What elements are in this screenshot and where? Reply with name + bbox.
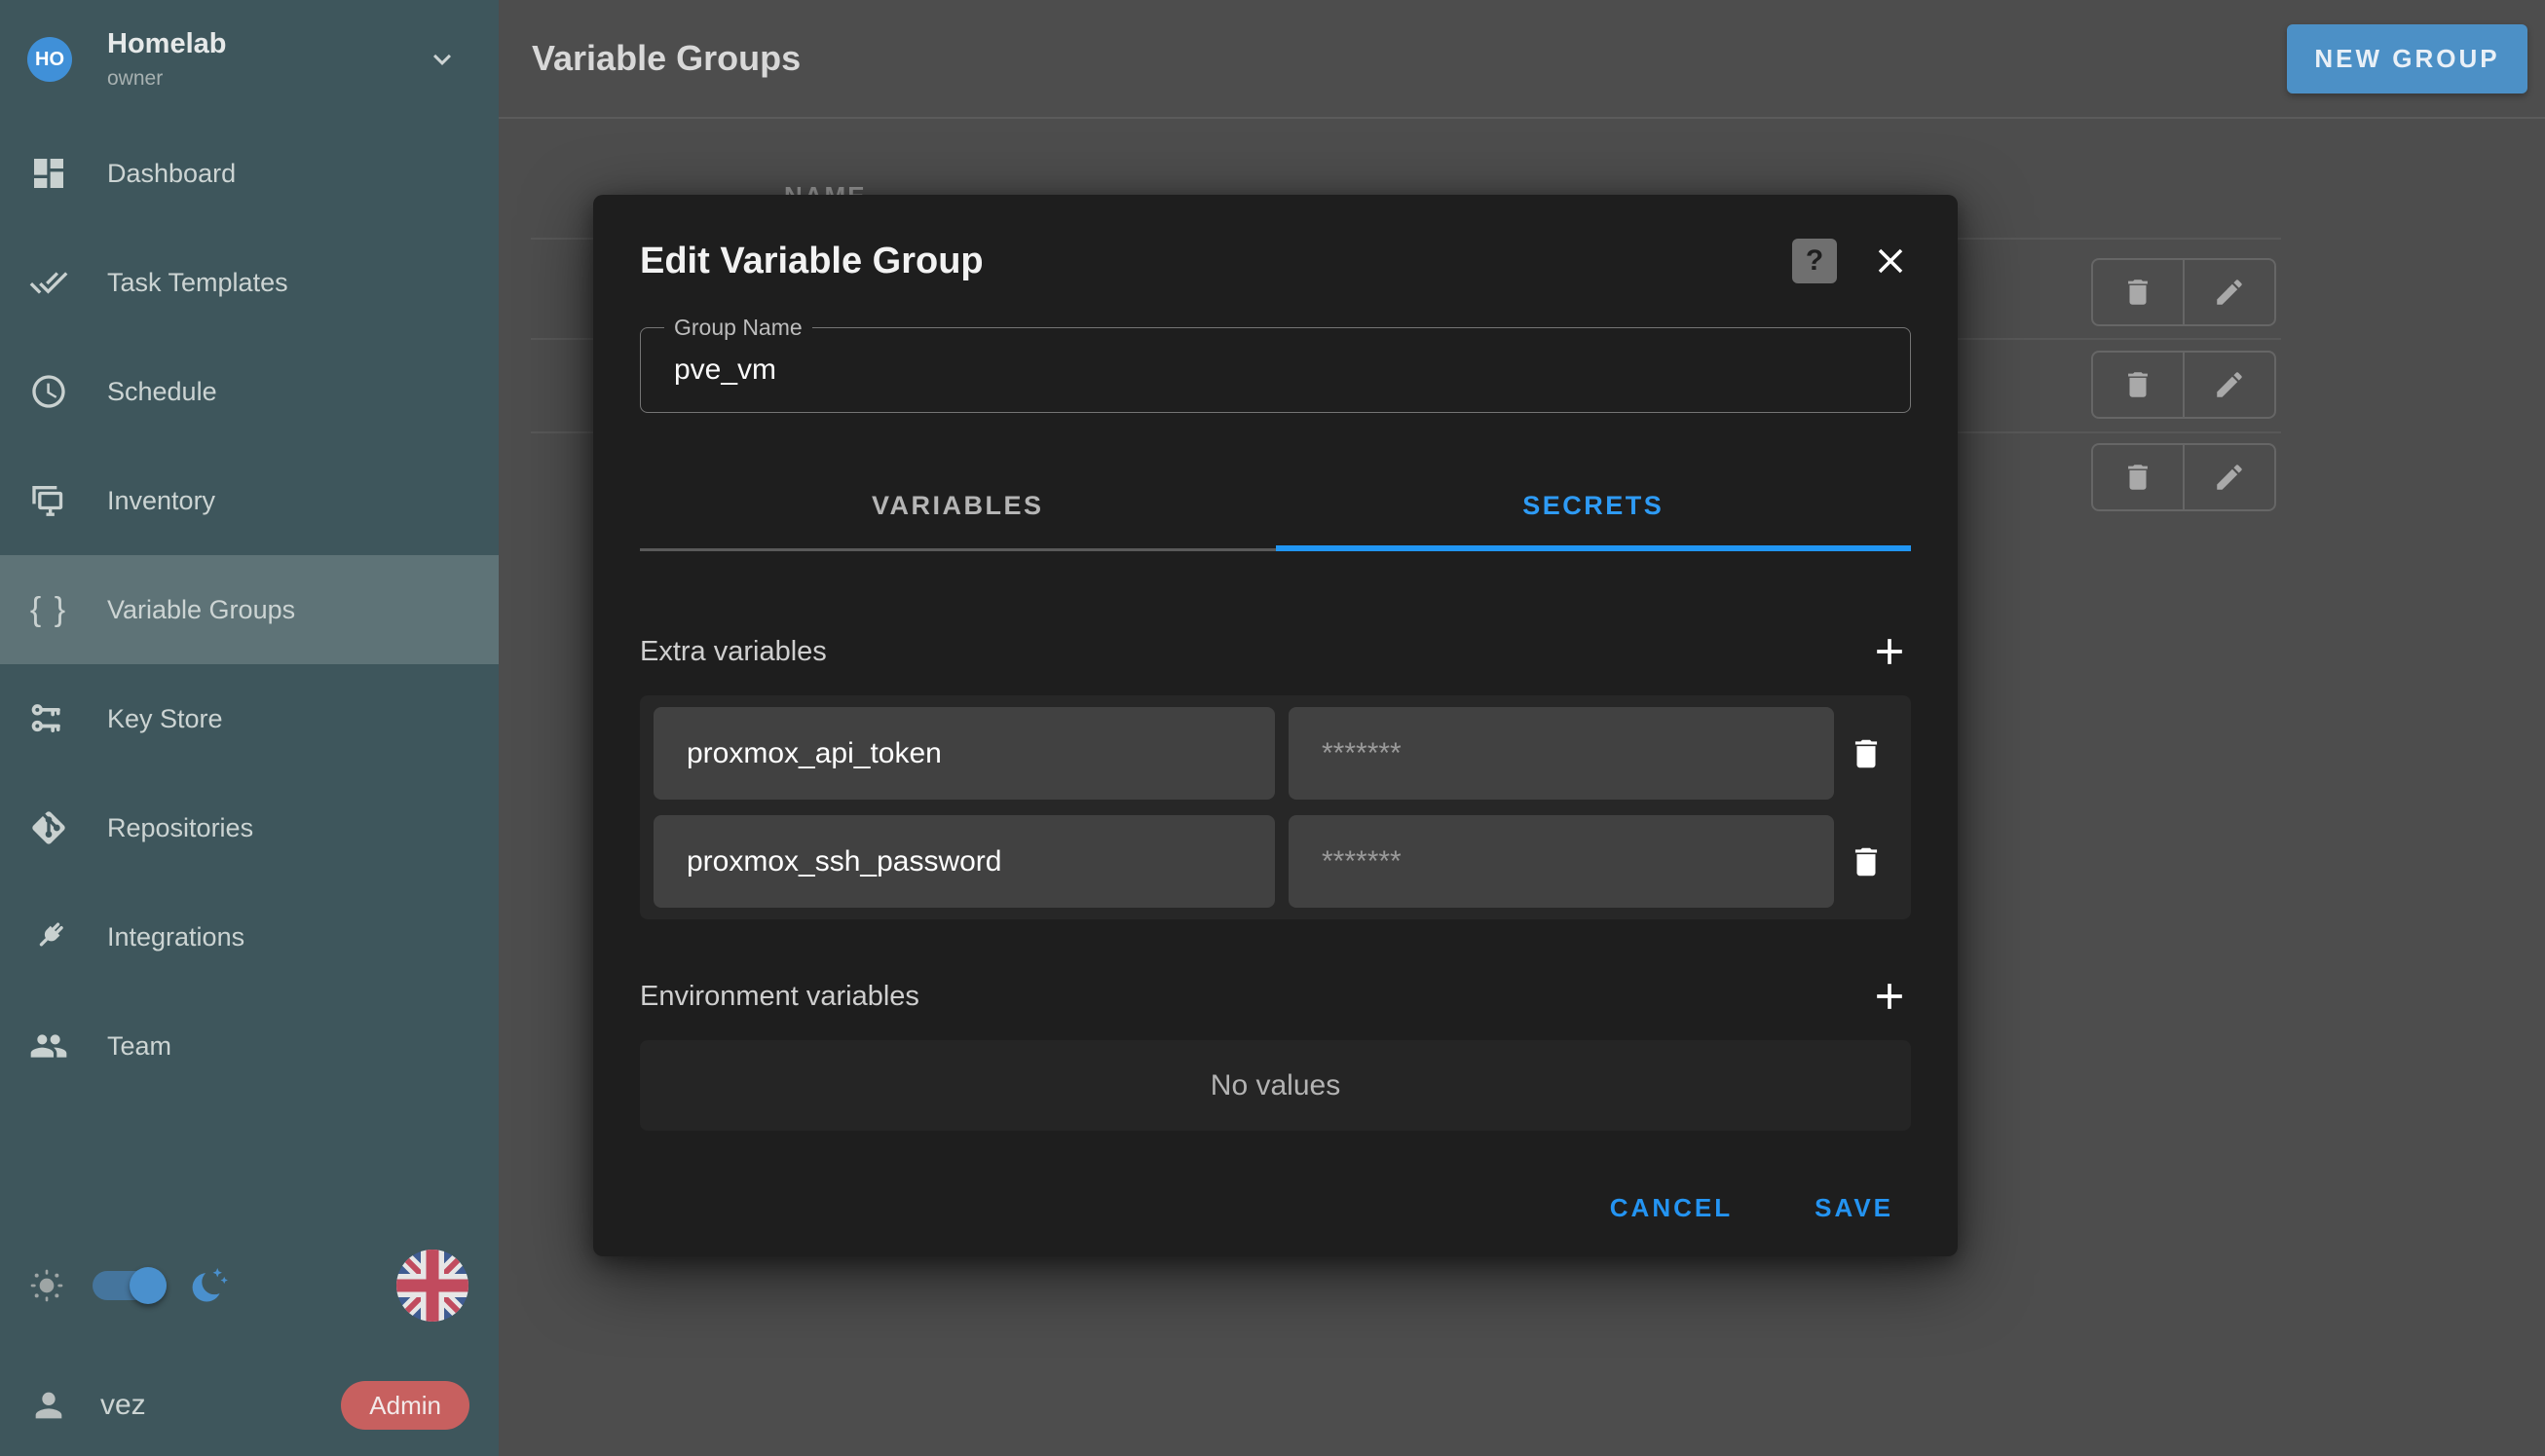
sidebar: HO Homelab owner Dashboard Task Template… xyxy=(0,0,499,1456)
edit-button[interactable] xyxy=(2183,260,2274,324)
project-role: owner xyxy=(107,67,226,91)
variable-value-input[interactable] xyxy=(1289,707,1834,800)
project-name: Homelab xyxy=(107,28,226,60)
tab-secrets[interactable]: SECRETS xyxy=(1276,460,1912,551)
trash-icon xyxy=(1848,843,1885,880)
dialog-header: Edit Variable Group ? xyxy=(640,195,1911,288)
edit-variable-group-dialog: Edit Variable Group ? Group Name VARIABL… xyxy=(593,195,1958,1256)
moon-icon xyxy=(188,1264,231,1307)
project-switcher[interactable]: HO Homelab owner xyxy=(0,0,499,119)
delete-button[interactable] xyxy=(2093,353,2183,417)
pencil-icon xyxy=(2213,368,2246,401)
tab-variables[interactable]: VARIABLES xyxy=(640,460,1276,551)
people-icon xyxy=(27,1027,70,1065)
plus-icon xyxy=(1868,975,1911,1018)
sidebar-item-label: Schedule xyxy=(107,377,217,407)
braces-icon: { } xyxy=(27,591,70,629)
edit-button[interactable] xyxy=(2183,445,2274,509)
topbar: Variable Groups NEW GROUP xyxy=(499,0,2545,119)
extra-variables-title: Extra variables xyxy=(640,636,827,668)
clock-icon xyxy=(27,372,70,411)
trash-icon xyxy=(2121,276,2154,309)
trash-icon xyxy=(1848,735,1885,772)
group-name-label: Group Name xyxy=(664,315,812,341)
table-row-actions xyxy=(2091,258,2276,326)
close-icon xyxy=(1870,241,1911,281)
save-button[interactable]: SAVE xyxy=(1815,1193,1893,1223)
environment-variables-title: Environment variables xyxy=(640,981,919,1013)
chevron-down-icon xyxy=(425,42,460,77)
sidebar-item-repositories[interactable]: Repositories xyxy=(0,773,499,882)
project-avatar: HO xyxy=(27,37,72,82)
variable-key-input[interactable] xyxy=(654,815,1275,908)
monitor-icon xyxy=(27,481,70,520)
admin-badge: Admin xyxy=(341,1381,469,1430)
variable-row xyxy=(654,815,1897,908)
sidebar-item-label: Repositories xyxy=(107,813,253,843)
language-flag-uk[interactable] xyxy=(396,1250,468,1322)
edit-button[interactable] xyxy=(2183,353,2274,417)
sidebar-item-label: Inventory xyxy=(107,486,215,516)
sidebar-item-team[interactable]: Team xyxy=(0,991,499,1101)
delete-button[interactable] xyxy=(2093,445,2183,509)
extra-variables-list xyxy=(640,695,1911,919)
plus-icon xyxy=(1868,630,1911,673)
cancel-button[interactable]: CANCEL xyxy=(1610,1193,1733,1223)
git-icon xyxy=(27,808,70,847)
delete-button[interactable] xyxy=(2093,260,2183,324)
sidebar-item-variable-groups[interactable]: { } Variable Groups xyxy=(0,555,499,664)
delete-variable-button[interactable] xyxy=(1834,843,1897,880)
dashboard-icon xyxy=(27,154,70,193)
keys-icon xyxy=(27,699,70,738)
table-row-actions xyxy=(2091,443,2276,511)
add-environment-variable-button[interactable] xyxy=(1868,975,1911,1018)
sidebar-menu: Dashboard Task Templates Schedule Invent… xyxy=(0,119,499,1101)
sidebar-item-label: Dashboard xyxy=(107,159,236,189)
sidebar-item-key-store[interactable]: Key Store xyxy=(0,664,499,773)
environment-variables-header: Environment variables xyxy=(640,974,1911,1019)
group-name-field: Group Name xyxy=(640,327,1911,413)
table-row-actions xyxy=(2091,351,2276,419)
help-button[interactable]: ? xyxy=(1792,239,1837,283)
plug-icon xyxy=(27,917,70,956)
user-row[interactable]: vez Admin xyxy=(29,1381,469,1430)
trash-icon xyxy=(2121,461,2154,494)
sidebar-item-integrations[interactable]: Integrations xyxy=(0,882,499,991)
sidebar-item-label: Team xyxy=(107,1031,171,1062)
person-icon xyxy=(29,1386,68,1425)
pencil-icon xyxy=(2213,276,2246,309)
sidebar-item-inventory[interactable]: Inventory xyxy=(0,446,499,555)
project-text: Homelab owner xyxy=(107,28,226,90)
sidebar-item-label: Task Templates xyxy=(107,268,288,298)
sun-icon xyxy=(27,1266,66,1305)
sidebar-item-label: Integrations xyxy=(107,922,244,952)
variable-value-input[interactable] xyxy=(1289,815,1834,908)
close-button[interactable] xyxy=(1870,241,1911,281)
variable-row xyxy=(654,707,1897,800)
pencil-icon xyxy=(2213,461,2246,494)
sidebar-item-schedule[interactable]: Schedule xyxy=(0,337,499,446)
trash-icon xyxy=(2121,368,2154,401)
page-title: Variable Groups xyxy=(532,38,2287,79)
extra-variables-header: Extra variables xyxy=(640,629,1911,674)
dialog-tabs: VARIABLES SECRETS xyxy=(640,460,1911,551)
add-extra-variable-button[interactable] xyxy=(1868,630,1911,673)
environment-variables-empty: No values xyxy=(640,1040,1911,1131)
user-name: vez xyxy=(100,1389,146,1422)
sidebar-item-label: Key Store xyxy=(107,704,223,734)
sidebar-item-task-templates[interactable]: Task Templates xyxy=(0,228,499,337)
dialog-title: Edit Variable Group xyxy=(640,241,1792,282)
toggle-knob[interactable] xyxy=(130,1267,167,1304)
new-group-button[interactable]: NEW GROUP xyxy=(2287,24,2527,93)
group-name-input[interactable] xyxy=(641,328,1910,412)
dark-mode-toggle[interactable] xyxy=(93,1270,167,1301)
variable-key-input[interactable] xyxy=(654,707,1275,800)
theme-switcher xyxy=(27,1262,231,1309)
double-check-icon xyxy=(27,263,70,302)
delete-variable-button[interactable] xyxy=(1834,735,1897,772)
dialog-actions: CANCEL SAVE xyxy=(640,1185,1911,1230)
sidebar-item-dashboard[interactable]: Dashboard xyxy=(0,119,499,228)
sidebar-item-label: Variable Groups xyxy=(107,595,295,625)
